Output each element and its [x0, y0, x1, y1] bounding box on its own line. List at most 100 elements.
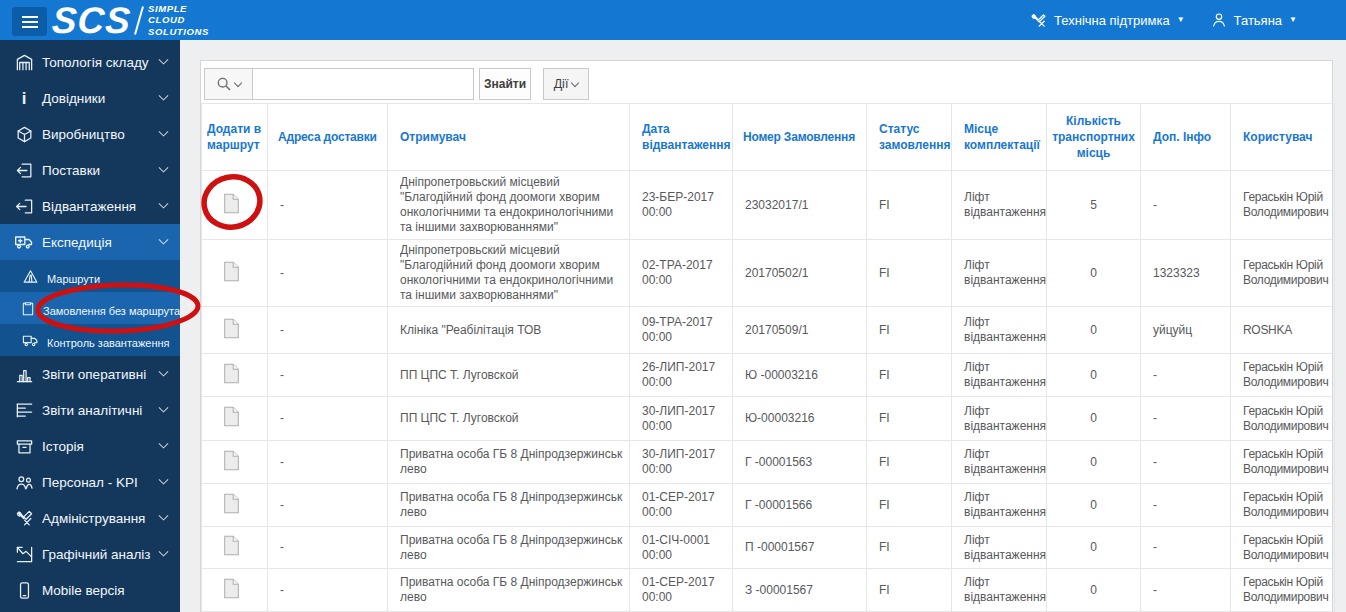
sidebar-expedition-block: Експедиція Маршрути Замовлення без маршр…	[0, 224, 180, 356]
ship-date-cell: 01-СЕР-201700:00	[630, 569, 733, 612]
truck-icon	[20, 332, 40, 349]
sidebar-item-loading-control[interactable]: Контроль завантаження	[0, 324, 180, 356]
sidebar-item-analytical-reports[interactable]: Звіти аналітичні	[0, 392, 180, 428]
search-scope-button[interactable]	[204, 68, 253, 100]
status-cell: FI	[867, 484, 952, 527]
additional-info-cell: 1323323	[1141, 240, 1231, 307]
user-cell: ROSHKA	[1231, 307, 1335, 354]
document-icon-svg	[223, 450, 240, 471]
packing-place-cell: Ліфт відвантаження	[952, 484, 1047, 527]
report-lines-icon	[14, 401, 34, 420]
sidebar-nav: Топологія складу i Довідники Виробництво…	[0, 40, 180, 612]
document-icon[interactable]	[223, 261, 240, 282]
sidebar-item-orders-without-route[interactable]: Замовлення без маршрута	[0, 292, 180, 324]
chevron-down-icon	[159, 54, 169, 64]
address-cell: -	[268, 397, 388, 441]
document-icon[interactable]	[223, 578, 240, 599]
truck-plus-icon	[14, 232, 34, 252]
col-ship-date[interactable]: Дата відвантаження	[630, 104, 733, 171]
document-icon-svg	[223, 535, 240, 556]
table-row: -Приватна особа ГБ 8 Дніпродзержинськ ле…	[202, 484, 1335, 527]
receiver-cell: ПП ЦПС Т. Луговской	[388, 397, 630, 441]
sidebar-item-supplies[interactable]: Поставки	[0, 152, 180, 188]
chevron-down-icon: ▼	[1177, 16, 1185, 24]
add-to-route-cell	[202, 397, 268, 441]
order-number-cell: Г -00001563	[733, 441, 867, 484]
status-cell: FI	[867, 527, 952, 569]
receiver-cell: Дніпропетровьский місцевий "Благодійний …	[388, 171, 630, 240]
ship-date-cell: 09-ТРА-201700:00	[630, 307, 733, 354]
col-add-to-route[interactable]: Додати в маршрут	[202, 104, 268, 171]
chevron-down-icon	[159, 90, 169, 100]
order-number-cell: Г -00001566	[733, 484, 867, 527]
sidebar-item-operational-reports[interactable]: Звіти оперативні	[0, 356, 180, 392]
add-to-route-cell	[202, 441, 268, 484]
sidebar-item-graphic-analysis[interactable]: Графічний аналіз	[0, 536, 180, 572]
user-menu[interactable]: Татьяна ▼	[1211, 12, 1297, 28]
order-number-cell: З -00001567	[733, 569, 867, 612]
clipboard-icon	[20, 300, 36, 316]
chevron-down-icon: ▼	[1289, 16, 1297, 24]
ship-date-cell: 01-СЕР-201700:00	[630, 484, 733, 527]
chevron-down-icon	[159, 366, 169, 376]
document-icon[interactable]	[223, 193, 240, 214]
additional-info-cell: уйцуйц	[1141, 307, 1231, 354]
document-icon[interactable]	[223, 450, 240, 471]
brand-logo[interactable]: SCS SIMPLE CLOUD SOLUTIONS	[52, 2, 209, 39]
people-icon	[14, 473, 34, 492]
receiver-cell: Приватна особа ГБ 8 Дніпродзержинськ лев…	[388, 484, 630, 527]
document-icon[interactable]	[223, 493, 240, 514]
table-row: -ПП ЦПС Т. Луговской30-ЛИП-201700:00Ю-00…	[202, 397, 1335, 441]
status-cell: FI	[867, 307, 952, 354]
sidebar-item-administration[interactable]: Адміністрування	[0, 500, 180, 536]
sidebar-item-topology[interactable]: Топологія складу	[0, 44, 180, 80]
document-icon[interactable]	[223, 535, 240, 556]
col-receiver[interactable]: Отримувач	[388, 104, 630, 171]
sidebar-item-shipment[interactable]: Відвантаження	[0, 188, 180, 224]
brand-words: SIMPLE CLOUD SOLUTIONS	[148, 3, 209, 37]
user-cell: Гераськін Юрій Володимирович	[1231, 354, 1335, 397]
sidebar-item-mobile-version[interactable]: Mobile версія	[0, 572, 180, 608]
find-button[interactable]: Знайти	[479, 68, 531, 100]
col-additional-info[interactable]: Доп. Інфо	[1141, 104, 1231, 171]
orders-panel: Знайти Дії Додати в маршрут Адреса доста…	[200, 60, 1333, 612]
additional-info-cell: -	[1141, 527, 1231, 569]
document-icon-svg	[223, 261, 240, 282]
sidebar-item-production[interactable]: Виробництво	[0, 116, 180, 152]
table-row: -Клініка "Реабілітація ТОВ09-ТРА-201700:…	[202, 307, 1335, 354]
tech-support-menu[interactable]: Технічна підтримка ▼	[1030, 12, 1185, 29]
document-icon[interactable]	[223, 318, 240, 339]
col-delivery-address[interactable]: Адреса доставки	[268, 104, 388, 171]
tools-icon	[14, 509, 34, 528]
ship-date-cell: 26-ЛИП-201700:00	[630, 354, 733, 397]
col-transport-qty[interactable]: Кількість транспортних місць	[1047, 104, 1141, 171]
export-icon	[14, 197, 34, 216]
user-icon	[1211, 12, 1227, 28]
chevron-down-icon	[159, 126, 169, 136]
chevron-down-icon	[159, 546, 169, 556]
col-user[interactable]: Користувач	[1231, 104, 1335, 171]
packing-place-cell: Ліфт відвантаження	[952, 441, 1047, 484]
document-icon[interactable]	[223, 363, 240, 384]
address-cell: -	[268, 527, 388, 569]
sidebar-item-personnel-kpi[interactable]: Персонал - KPI	[0, 464, 180, 500]
ship-date-cell: 01-СІЧ-000100:00	[630, 527, 733, 569]
receiver-cell: Клініка "Реабілітація ТОВ	[388, 307, 630, 354]
col-order-status[interactable]: Статус замовлення	[867, 104, 952, 171]
sidebar-item-routes[interactable]: Маршрути	[0, 260, 180, 292]
col-packing-place[interactable]: Місце комплектації	[952, 104, 1047, 171]
col-order-number[interactable]: Номер Замовлення	[733, 104, 867, 171]
sidebar-item-history[interactable]: Історія	[0, 428, 180, 464]
additional-info-cell: -	[1141, 569, 1231, 612]
address-cell: -	[268, 484, 388, 527]
packing-place-cell: Ліфт відвантаження	[952, 240, 1047, 307]
add-to-route-cell	[202, 527, 268, 569]
chevron-down-icon	[159, 198, 169, 208]
actions-button[interactable]: Дії	[543, 68, 589, 100]
menu-toggle-button[interactable]	[12, 7, 47, 36]
import-icon	[14, 161, 34, 180]
document-icon[interactable]	[223, 406, 240, 427]
sidebar-item-expedition[interactable]: Експедиція	[0, 224, 180, 260]
search-input[interactable]	[253, 68, 474, 100]
sidebar-item-directories[interactable]: i Довідники	[0, 80, 180, 116]
